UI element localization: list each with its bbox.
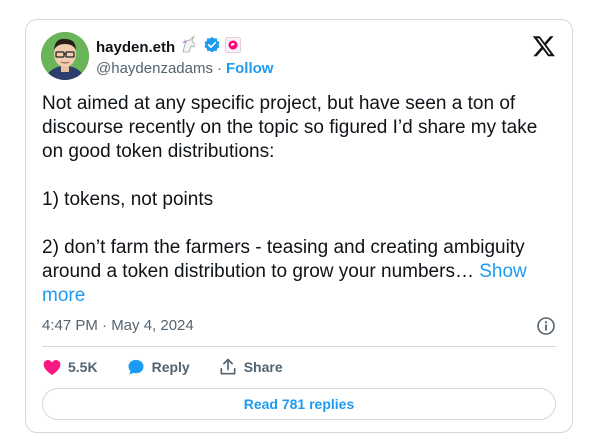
author-handle-row: @haydenzadams · Follow	[96, 60, 273, 77]
tweet-body: Not aimed at any specific project, but h…	[42, 93, 538, 282]
action-bar: 5.5K Reply Share	[42, 356, 311, 378]
reply-bubble-icon	[128, 359, 144, 375]
tweet-timestamp[interactable]: 4:47 PM · May 4, 2024	[42, 317, 194, 334]
dot-separator: ·	[216, 60, 222, 77]
x-logo-icon[interactable]	[532, 34, 556, 58]
info-icon[interactable]	[536, 316, 556, 336]
heart-icon	[43, 360, 61, 375]
share-label: Share	[243, 359, 283, 375]
like-button[interactable]: 5.5K	[42, 357, 98, 377]
unicorn-emoji-icon	[179, 35, 199, 59]
author-name[interactable]: hayden.eth	[96, 39, 175, 56]
share-button[interactable]: Share	[218, 357, 283, 377]
divider	[42, 346, 556, 347]
reply-button[interactable]: Reply	[126, 357, 190, 377]
follow-button[interactable]: Follow	[226, 60, 274, 77]
tweet-text: Not aimed at any specific project, but h…	[42, 92, 562, 308]
verified-badge-icon[interactable]	[203, 36, 221, 59]
avatar[interactable]	[41, 32, 89, 80]
tweet-card: hayden.eth @haydenzadams · Follow Not ai…	[25, 19, 573, 433]
author-handle[interactable]: @haydenzadams	[96, 60, 213, 77]
read-replies-button[interactable]: Read 781 replies	[42, 388, 556, 420]
reply-label: Reply	[151, 359, 190, 375]
like-count: 5.5K	[68, 359, 98, 375]
share-icon	[220, 358, 236, 375]
author-name-row: hayden.eth	[96, 35, 242, 59]
uniswap-badge-icon[interactable]	[225, 37, 242, 58]
